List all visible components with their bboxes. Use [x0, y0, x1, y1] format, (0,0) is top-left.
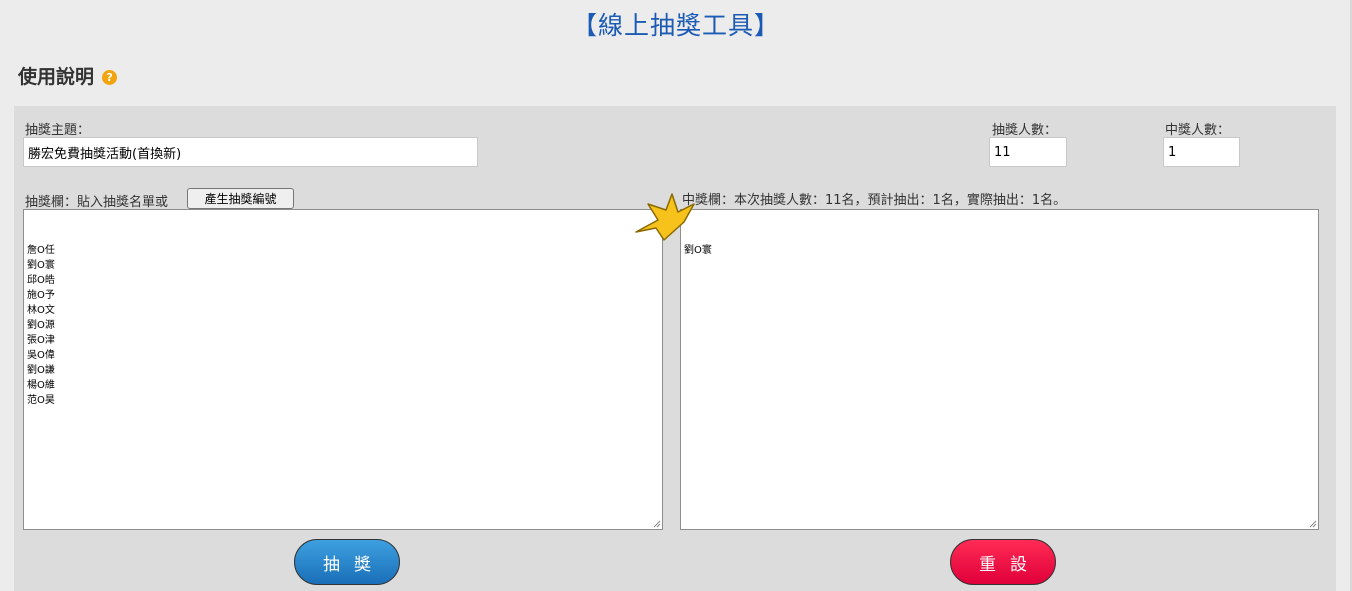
draw-button[interactable]: 抽獎 — [294, 539, 400, 585]
topic-input[interactable] — [23, 137, 478, 167]
topic-label: 抽獎主題： — [25, 123, 91, 138]
winner-count-input[interactable] — [1163, 137, 1240, 167]
question-circle-icon[interactable]: ? — [102, 69, 118, 85]
resize-grip-icon[interactable] — [1309, 520, 1317, 528]
resize-grip-icon[interactable] — [653, 520, 661, 528]
name-line: 吳O偉 — [27, 350, 55, 361]
name-line: 張O津 — [27, 335, 55, 346]
name-line: 楊O維 — [27, 380, 55, 391]
name-line: 劉O謙 — [27, 365, 55, 376]
name-line: 劉O寰 — [27, 260, 55, 271]
name-line: 范O昊 — [27, 395, 55, 406]
winners-list: 劉O寰 — [684, 243, 1315, 258]
name-line: 詹O任 — [27, 245, 55, 256]
winners-textarea[interactable]: 劉O寰 — [680, 209, 1319, 530]
name-line: 施O予 — [27, 290, 55, 301]
winner-count-label: 中獎人數： — [1165, 123, 1231, 138]
name-line: 劉O源 — [27, 320, 55, 331]
name-line: 劉O寰 — [684, 245, 712, 256]
entries-list: 詹O任劉O寰邱O皓施O予林O文劉O源張O津吳O偉劉O謙楊O維范O昊 — [27, 243, 659, 408]
name-line: 邱O皓 — [27, 275, 55, 286]
reset-button[interactable]: 重設 — [950, 539, 1056, 585]
page-title: 【線上抽獎工具】 — [571, 11, 780, 40]
entries-label: 抽獎欄：貼入抽獎名單或 — [25, 195, 169, 210]
name-line: 林O文 — [27, 305, 55, 316]
generate-numbers-button[interactable]: 產生抽獎編號 — [187, 188, 294, 209]
crown-icon — [635, 193, 695, 241]
draw-count-input[interactable] — [989, 137, 1067, 167]
winners-label: 中獎欄：本次抽獎人數：11名，預計抽出：1名，實際抽出：1名。 — [682, 193, 1067, 208]
help-heading[interactable]: 使用說明 ? — [18, 62, 118, 89]
draw-count-label: 抽獎人數： — [992, 123, 1058, 138]
lottery-panel: 抽獎主題： 抽獎人數： 中獎人數： 抽獎欄：貼入抽獎名單或 產生抽獎編號 中獎欄… — [14, 106, 1336, 591]
help-heading-text: 使用說明 — [18, 66, 95, 88]
entries-textarea[interactable]: 詹O任劉O寰邱O皓施O予林O文劉O源張O津吳O偉劉O謙楊O維范O昊 — [23, 209, 663, 530]
